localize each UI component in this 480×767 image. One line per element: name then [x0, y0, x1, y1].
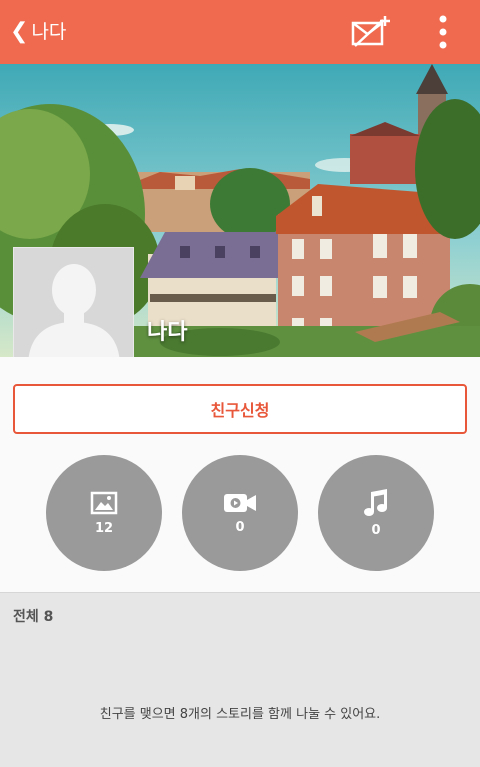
music-note-icon — [364, 488, 387, 516]
photo-count: 12 — [94, 520, 114, 536]
default-avatar-silhouette — [28, 264, 120, 367]
profile-avatar[interactable] — [13, 247, 134, 368]
back-button[interactable]: ❮ 나다 — [10, 16, 66, 48]
photo-button[interactable]: 12 — [46, 455, 162, 571]
stories-empty-message: 친구를 맺으면 8개의 스토리를 함께 나눌 수 있어요. — [99, 707, 381, 722]
photo-icon — [90, 491, 118, 514]
friend-request-button[interactable]: 친구신청 — [13, 384, 467, 434]
music-button[interactable]: 0 — [318, 455, 434, 571]
stories-section — [0, 592, 480, 767]
video-count: 0 — [235, 519, 245, 535]
more-options-button[interactable] — [428, 14, 458, 50]
music-count: 0 — [371, 522, 381, 538]
chevron-left-icon: ❮ — [10, 19, 29, 44]
app-bar: ❮ 나다 — [0, 0, 480, 64]
stories-title: 전체 8 — [13, 609, 54, 625]
no-ticket-add-button[interactable] — [349, 14, 393, 50]
no-ticket-add-icon — [351, 16, 390, 47]
video-icon — [224, 493, 256, 512]
more-vertical-icon — [439, 15, 447, 49]
profile-name: 나다 — [147, 320, 188, 345]
video-button[interactable]: 0 — [182, 455, 298, 571]
app-bar-title: 나다 — [31, 20, 67, 43]
